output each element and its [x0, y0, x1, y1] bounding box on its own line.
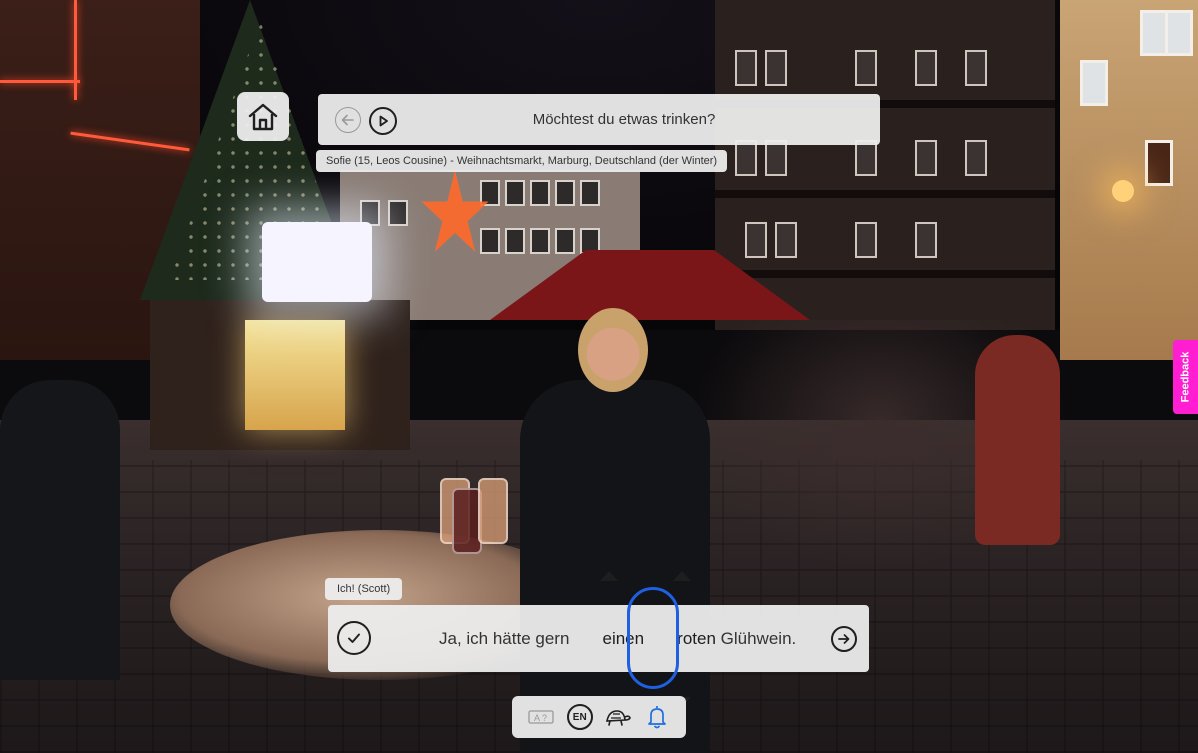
- translate-button[interactable]: A ?: [527, 703, 555, 731]
- circle-play-icon: [379, 115, 388, 127]
- person: [0, 380, 120, 680]
- window: [915, 50, 937, 86]
- street-lamp: [1112, 180, 1134, 202]
- person-sofie-head: [578, 308, 648, 392]
- home-button[interactable]: [237, 92, 289, 141]
- focus-highlight: [627, 587, 679, 689]
- window: [555, 180, 575, 206]
- circle-arrow-left-icon: [341, 114, 354, 126]
- translate-icon: A ?: [528, 710, 554, 724]
- window: [765, 140, 787, 176]
- window: [1140, 10, 1168, 56]
- language-en-label: EN: [572, 711, 587, 723]
- slow-speed-button[interactable]: [604, 703, 632, 731]
- language-en-icon: EN: [566, 704, 593, 730]
- feedback-label: Feedback: [1179, 351, 1192, 403]
- svg-text:A ?: A ?: [534, 713, 547, 723]
- window: [388, 200, 408, 226]
- window: [965, 50, 987, 86]
- window: [855, 222, 877, 258]
- window: [775, 222, 797, 258]
- person: [975, 335, 1060, 545]
- play-button[interactable]: [369, 107, 397, 135]
- window: [745, 222, 767, 258]
- next-button[interactable]: [831, 626, 857, 652]
- window: [735, 50, 757, 86]
- house-icon: [248, 103, 278, 130]
- window: [735, 140, 757, 176]
- window: [580, 180, 600, 206]
- turtle-slow-icon: [606, 710, 632, 726]
- building-right: [1060, 0, 1198, 360]
- half-timbered-house: [715, 0, 1055, 330]
- bottom-toolbar: A ? EN: [512, 696, 686, 738]
- window: [480, 228, 500, 254]
- answer-text-after: Glühwein.: [715, 628, 797, 648]
- language-button[interactable]: EN: [566, 703, 594, 731]
- window: [1145, 140, 1173, 186]
- speaker-label: Sofie (15, Leos Cousine) - Weihnachtsmar…: [316, 150, 728, 172]
- window: [765, 50, 787, 86]
- window: [1165, 10, 1193, 56]
- illuminated-gift-decoration: [262, 222, 372, 302]
- window: [965, 140, 987, 176]
- back-button[interactable]: [335, 107, 361, 133]
- light-string: [74, 0, 77, 100]
- notification-button[interactable]: [643, 703, 671, 731]
- prompt-text: Möchtest du etwas trinken?: [532, 111, 716, 128]
- window: [530, 228, 550, 254]
- window: [505, 180, 525, 206]
- window: [555, 228, 575, 254]
- mug: [478, 478, 508, 544]
- beam: [715, 270, 1055, 278]
- circle-arrow-right-icon: [838, 634, 850, 644]
- answer-bar: Ja, ich hätte gern einen roten Glühwein.: [328, 570, 869, 707]
- window: [915, 140, 937, 176]
- window: [530, 180, 550, 206]
- light-string: [0, 80, 80, 83]
- stall-window: [245, 320, 345, 430]
- cycle-up-arrow-icon[interactable]: [600, 570, 619, 581]
- window: [855, 50, 877, 86]
- answer-text-before: Ja, ich hätte gern: [439, 628, 575, 648]
- window: [915, 222, 937, 258]
- circle-check-icon: [348, 633, 360, 643]
- window: [1080, 60, 1108, 106]
- bell-icon: [647, 706, 666, 729]
- confirm-button[interactable]: [337, 621, 371, 655]
- word-slot-adjective-value: roten: [677, 628, 716, 648]
- window: [505, 228, 525, 254]
- prompt-bar: Möchtest du etwas trinken?: [318, 94, 880, 145]
- window: [855, 140, 877, 176]
- beam: [715, 190, 1055, 198]
- answer-speaker-label: Ich! (Scott): [325, 578, 403, 600]
- cycle-up-arrow-icon[interactable]: [673, 570, 692, 581]
- feedback-tab[interactable]: Feedback: [1173, 340, 1198, 414]
